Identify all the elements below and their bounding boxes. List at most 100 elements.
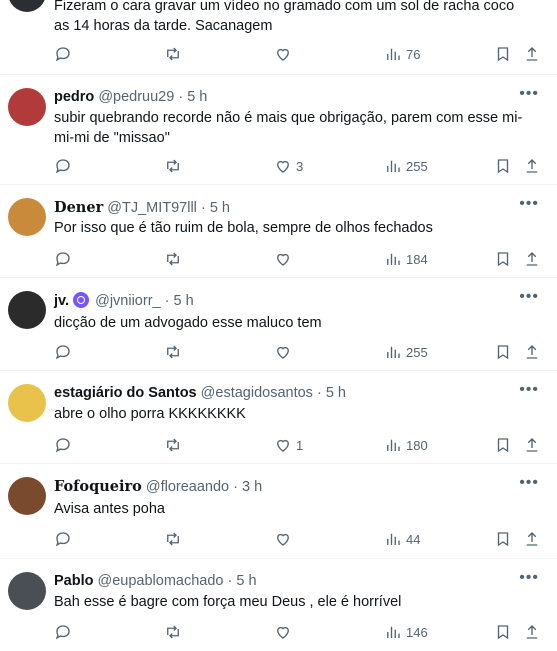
more-icon[interactable]: ••• bbox=[519, 474, 539, 492]
more-icon[interactable]: ••• bbox=[519, 288, 539, 306]
retweet-button[interactable] bbox=[164, 155, 182, 177]
retweet-button[interactable] bbox=[164, 621, 182, 643]
views-button[interactable]: 255 bbox=[384, 155, 428, 177]
share-button[interactable] bbox=[523, 248, 541, 270]
views-button[interactable]: 255 bbox=[384, 341, 428, 363]
reply-button[interactable] bbox=[54, 528, 72, 550]
share-icon bbox=[526, 159, 538, 173]
share-icon bbox=[526, 47, 538, 61]
share-button[interactable] bbox=[523, 43, 541, 65]
reply-button[interactable] bbox=[54, 248, 72, 270]
user-handle[interactable]: @pedruu29 bbox=[98, 89, 174, 105]
post[interactable]: Pablo @eupablomachado · 5 h ••• Bah esse… bbox=[0, 559, 557, 651]
user-handle[interactable]: @jvniiorr_ bbox=[95, 293, 160, 309]
bookmark-icon bbox=[497, 252, 509, 267]
like-button[interactable]: 3 bbox=[274, 155, 303, 177]
like-icon bbox=[277, 626, 289, 639]
post-text: subir quebrando recorde não é mais que o… bbox=[54, 110, 523, 146]
more-icon[interactable]: ••• bbox=[519, 195, 539, 213]
avatar[interactable] bbox=[8, 198, 46, 236]
share-button[interactable] bbox=[523, 621, 541, 643]
avatar[interactable] bbox=[8, 572, 46, 610]
retweet-button[interactable] bbox=[164, 43, 182, 65]
share-button[interactable] bbox=[523, 341, 541, 363]
timestamp[interactable]: 5 h bbox=[187, 89, 207, 105]
avatar[interactable] bbox=[8, 88, 46, 126]
reply-icon bbox=[55, 438, 70, 453]
share-button[interactable] bbox=[523, 155, 541, 177]
like-button[interactable] bbox=[274, 43, 292, 65]
post-text: Por isso que é tão ruim de bola, sempre … bbox=[54, 220, 433, 236]
bookmark-button[interactable] bbox=[494, 434, 512, 456]
share-button[interactable] bbox=[523, 528, 541, 550]
separator: · bbox=[164, 293, 170, 309]
post[interactable]: jv. @jvniiorr_ · 5 h ••• dicção de um ad… bbox=[0, 278, 557, 371]
avatar[interactable] bbox=[8, 291, 46, 329]
reply-icon bbox=[55, 159, 70, 174]
more-icon[interactable]: ••• bbox=[519, 85, 539, 103]
avatar[interactable] bbox=[8, 384, 46, 422]
bookmark-button[interactable] bbox=[494, 528, 512, 550]
display-name[interactable]: Dener bbox=[54, 199, 103, 216]
post-text: Bah esse é bagre com força meu Deus , el… bbox=[54, 594, 402, 610]
display-name[interactable]: Fofoqueiro bbox=[54, 478, 142, 495]
reply-button[interactable] bbox=[54, 43, 72, 65]
retweet-button[interactable] bbox=[164, 528, 182, 550]
user-handle[interactable]: @floreaando bbox=[146, 479, 229, 495]
like-count: 1 bbox=[296, 437, 304, 453]
retweet-button[interactable] bbox=[164, 248, 182, 270]
share-button[interactable] bbox=[523, 434, 541, 456]
post[interactable]: Fizeram o cara gravar um vídeo no gramad… bbox=[0, 0, 557, 75]
views-button[interactable]: 184 bbox=[384, 248, 428, 270]
avatar[interactable] bbox=[8, 0, 46, 12]
timestamp[interactable]: 5 h bbox=[174, 293, 194, 309]
timestamp[interactable]: 5 h bbox=[236, 573, 256, 589]
user-handle[interactable]: @estagidosantos bbox=[201, 385, 313, 401]
like-button[interactable] bbox=[274, 341, 292, 363]
more-icon[interactable]: ••• bbox=[519, 569, 539, 587]
post[interactable]: Fofoqueiro @floreaando · 3 h ••• Avisa a… bbox=[0, 464, 557, 559]
display-name[interactable]: pedro bbox=[54, 89, 94, 105]
like-button[interactable]: 1 bbox=[274, 434, 303, 456]
retweet-button[interactable] bbox=[164, 341, 182, 363]
post[interactable]: estagiário do Santos @estagidosantos · 5… bbox=[0, 371, 557, 464]
like-icon bbox=[277, 48, 289, 61]
timestamp[interactable]: 5 h bbox=[326, 385, 346, 401]
bookmark-button[interactable] bbox=[494, 155, 512, 177]
display-name[interactable]: estagiário do Santos bbox=[54, 385, 197, 401]
views-button[interactable]: 44 bbox=[384, 528, 420, 550]
post[interactable]: pedro @pedruu29 · 5 h ••• subir quebrand… bbox=[0, 75, 557, 185]
separator: · bbox=[233, 479, 238, 495]
reply-button[interactable] bbox=[54, 341, 72, 363]
bookmark-button[interactable] bbox=[494, 248, 512, 270]
user-handle[interactable]: @eupablomachado bbox=[98, 573, 224, 589]
like-icon bbox=[277, 346, 289, 359]
views-count: 184 bbox=[406, 251, 428, 267]
like-button[interactable] bbox=[274, 621, 292, 643]
separator: · bbox=[178, 89, 184, 105]
user-handle[interactable]: @TJ_MIT97lll bbox=[107, 200, 197, 216]
bookmark-button[interactable] bbox=[494, 43, 512, 65]
post[interactable]: Dener @TJ_MIT97lll · 5 h ••• Por isso qu… bbox=[0, 185, 557, 278]
reply-button[interactable] bbox=[54, 621, 72, 643]
like-button[interactable] bbox=[274, 248, 292, 270]
reply-button[interactable] bbox=[54, 434, 72, 456]
timestamp[interactable]: 5 h bbox=[210, 200, 230, 216]
like-button[interactable] bbox=[274, 528, 292, 550]
bookmark-icon bbox=[497, 345, 509, 360]
views-button[interactable]: 180 bbox=[384, 434, 428, 456]
views-button[interactable]: 76 bbox=[384, 43, 420, 65]
bookmark-button[interactable] bbox=[494, 341, 512, 363]
more-icon[interactable]: ••• bbox=[519, 381, 539, 399]
views-icon bbox=[387, 533, 400, 545]
display-name[interactable]: Pablo bbox=[54, 573, 93, 589]
bookmark-button[interactable] bbox=[494, 621, 512, 643]
avatar[interactable] bbox=[8, 477, 46, 515]
views-button[interactable]: 146 bbox=[384, 621, 428, 643]
reply-button[interactable] bbox=[54, 155, 72, 177]
reply-icon bbox=[55, 532, 70, 547]
retweet-button[interactable] bbox=[164, 434, 182, 456]
display-name[interactable]: jv. bbox=[54, 293, 69, 309]
timestamp[interactable]: 3 h bbox=[242, 479, 262, 495]
post-text: Fizeram o cara gravar um vídeo no gramad… bbox=[54, 0, 515, 34]
